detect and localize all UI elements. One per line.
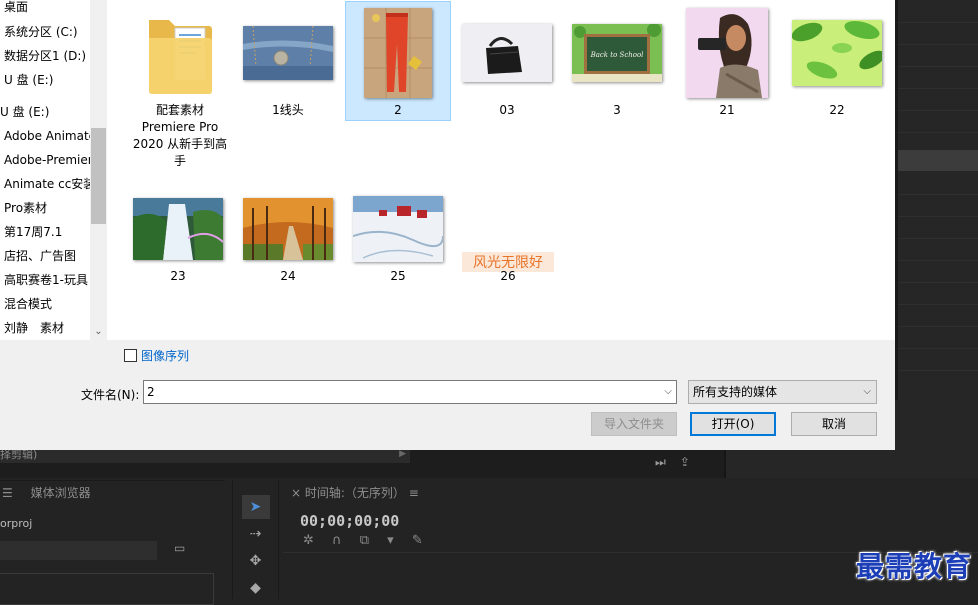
chevron-down-icon[interactable]: ⌵ [863,381,871,403]
razor-tool-icon[interactable]: ◆ [242,576,270,600]
file-name: 1线头 [272,103,304,117]
nav-item-folder[interactable]: Animate cc安装 [0,172,90,196]
jeans-thumbnail [243,26,333,80]
filename-label: 文件名(N): [81,388,140,402]
nav-item-usb-e[interactable]: U 盘 (E:) [0,68,90,92]
file-name: 24 [280,269,296,283]
open-file-dialog: 桌面 系统分区 (C:) 数据分区1 (D:) U 盘 (E:) U 盘 (E:… [0,0,895,450]
file-name: 25 [390,269,406,283]
file-name: 2 [394,103,402,117]
file-item-image[interactable]: 21 [675,2,779,120]
file-item-image[interactable]: 25 [346,180,450,290]
project-filename: orproj [0,517,33,530]
timeline-toolbar: ✲ ∩ ⧉ ▾ ✎ [303,533,437,548]
file-type-value: 所有支持的媒体 [693,385,778,399]
image-sequence-option[interactable]: 图像序列 [124,347,189,364]
file-item-image[interactable]: 1线头 [236,2,340,120]
file-item-image[interactable]: 风光无限好 26 [456,180,560,290]
file-name: 26 [500,269,516,283]
file-name: 3 [613,103,621,117]
add-marker-icon[interactable]: ▾ [387,533,394,548]
file-item-image[interactable]: 03 [455,2,559,120]
nav-item-drive-c[interactable]: 系统分区 (C:) [0,20,90,44]
wrench-icon[interactable]: ✎ [412,533,423,548]
file-item-folder[interactable]: 配套素材 Premiere Pro 2020 从新手到高 手 [128,2,232,172]
ripple-edit-tool-icon[interactable]: ✥ [242,549,270,573]
cancel-button[interactable]: 取消 [791,412,877,436]
nav-item-desktop[interactable]: 桌面 [0,0,90,20]
open-button[interactable]: 打开(O) [690,412,776,436]
filename-input[interactable]: 2 ⌵ [143,380,677,404]
nav-scrollbar[interactable]: ⌄ [90,0,107,340]
nav-item-folder[interactable]: 高职赛卷1-玩具 [0,268,90,292]
chalkboard-thumbnail: Back to School [572,24,662,82]
file-name: 配套素材 Premiere Pro 2020 从新手到高 手 [132,103,228,168]
file-item-image-selected[interactable]: 2 [345,1,451,121]
nav-item-usb-e-expanded[interactable]: U 盘 (E:) [0,100,90,124]
linked-selection-icon[interactable]: ⧉ [360,533,369,548]
file-name: 21 [719,103,735,117]
nav-item-drive-d[interactable]: 数据分区1 (D:) [0,44,90,68]
project-bin-area [0,573,214,605]
nest-icon[interactable]: ✲ [303,533,314,548]
pants-thumbnail [364,8,432,98]
premiere-right-panel [895,0,978,400]
panel-menu-icon[interactable]: ☰ [2,486,13,500]
woman-camera-thumbnail [686,8,768,98]
file-name: 23 [170,269,186,283]
folder-icon[interactable]: ▭ [174,541,185,555]
panel-divider [895,0,898,450]
nav-item-folder[interactable]: 店招、广告图 [0,244,90,268]
tab-media-browser[interactable]: 媒体浏览器 [31,486,91,500]
green-leaves-thumbnail [792,20,882,86]
watermark-logo: 最需教育 [855,550,972,583]
tools-panel: ➤ ⇢ ✥ ◆ [232,480,279,599]
monitor-controls: ⏭ ⇪ [655,455,704,470]
export-frame-icon[interactable]: ⇪ [680,455,690,469]
image-sequence-checkbox[interactable] [124,349,137,362]
insert-icon[interactable]: ⏭ [655,455,666,469]
nav-item-folder[interactable]: Pro素材 [0,196,90,220]
image-sequence-label[interactable]: 图像序列 [141,347,189,364]
snow-barn-thumbnail [353,196,443,262]
file-list: 配套素材 Premiere Pro 2020 从新手到高 手 1线头 2 03 … [107,0,895,340]
scrollbar-thumb[interactable] [91,128,106,224]
nav-item-folder[interactable]: 刘静 素材 [0,316,90,340]
nav-item-folder[interactable]: 混合模式 [0,292,90,316]
autumn-road-thumbnail [243,198,333,260]
waterfall-thumbnail [133,198,223,260]
timecode-display[interactable]: 00;00;00;00 [300,512,399,530]
file-item-image[interactable]: Back to School 3 [565,2,669,120]
nav-item-folder[interactable]: Adobe Animate [0,124,90,148]
snap-icon[interactable]: ∩ [332,533,342,548]
scroll-up-icon[interactable] [90,0,107,17]
chevron-down-icon[interactable]: ⌵ [664,381,672,403]
bag-thumbnail [462,24,552,82]
file-name: 03 [499,103,515,117]
file-item-image[interactable]: 24 [236,180,340,290]
timeline-tab[interactable]: × 时间轴:（无序列） ≡ [291,484,419,501]
navigation-pane: 桌面 系统分区 (C:) 数据分区1 (D:) U 盘 (E:) U 盘 (E:… [0,0,90,340]
chalkboard-text: Back to School [590,51,644,59]
file-item-image[interactable]: 23 [126,180,230,290]
timeline-title: 时间轴:（无序列） [304,486,405,500]
import-folder-button[interactable]: 导入文件夹 [591,412,677,436]
file-item-image[interactable]: 22 [785,2,889,120]
folder-icon [149,20,212,94]
selection-tool-icon[interactable]: ➤ [241,495,270,519]
project-panel-tabs: ☰ 媒体浏览器 [0,481,225,506]
file-type-filter[interactable]: 所有支持的媒体 ⌵ [688,380,877,404]
track-select-tool-icon[interactable]: ⇢ [242,522,270,546]
project-search-input[interactable] [0,541,157,560]
project-panel: ☰ 媒体浏览器 orproj ▭ [0,480,225,605]
filename-value: 2 [147,385,155,399]
nav-item-folder[interactable]: Adobe-Premiere [0,148,90,172]
nav-item-folder[interactable]: 第17周7.1 [0,220,90,244]
file-name: 22 [829,103,845,117]
chevron-down-icon[interactable]: ⌄ [90,323,107,340]
